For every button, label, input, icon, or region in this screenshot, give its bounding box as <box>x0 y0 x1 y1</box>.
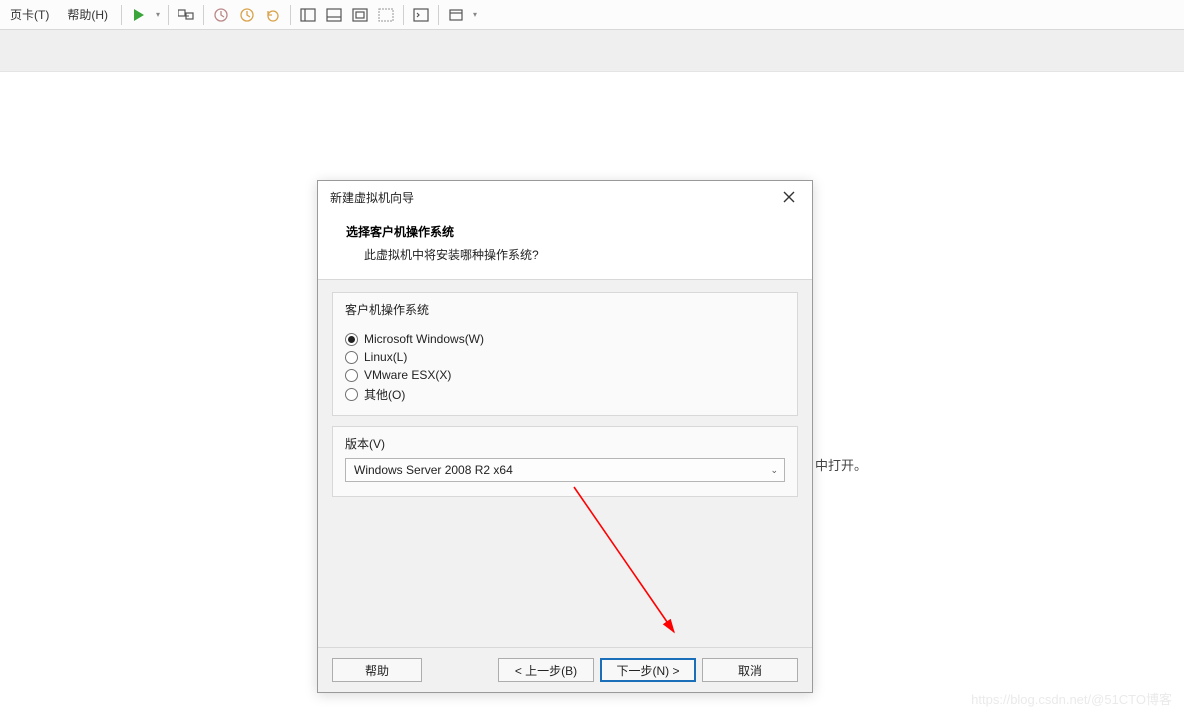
spacer <box>332 507 798 637</box>
radio-linux[interactable]: Linux(L) <box>345 348 785 366</box>
radio-other[interactable]: 其他(O) <box>345 384 785 405</box>
radio-icon <box>345 369 358 382</box>
dialog-button-bar: 帮助 < 上一步(B) 下一步(N) > 取消 <box>318 647 812 692</box>
radio-icon <box>345 351 358 364</box>
unity-icon[interactable] <box>374 3 398 27</box>
version-group: 版本(V) Windows Server 2008 R2 x64 ⌄ <box>332 426 798 497</box>
dialog-title: 新建虚拟机向导 <box>330 189 414 206</box>
help-button[interactable]: 帮助 <box>332 658 422 682</box>
os-group-label: 客户机操作系统 <box>345 301 785 318</box>
separator <box>438 5 439 25</box>
header-title: 选择客户机操作系统 <box>346 223 792 240</box>
separator <box>403 5 404 25</box>
fullscreen-icon[interactable] <box>348 3 372 27</box>
radio-label: Linux(L) <box>364 350 407 364</box>
separator <box>290 5 291 25</box>
radio-icon <box>345 333 358 346</box>
radio-label: 其他(O) <box>364 386 405 403</box>
menu-help[interactable]: 帮助(H) <box>59 2 116 27</box>
close-button[interactable] <box>774 185 804 209</box>
separator <box>121 5 122 25</box>
dropdown-arrow-icon[interactable]: ▾ <box>153 10 163 19</box>
next-button[interactable]: 下一步(N) > <box>600 658 696 682</box>
menu-tab[interactable]: 页卡(T) <box>2 2 57 27</box>
snapshot-revert-icon[interactable] <box>261 3 285 27</box>
version-value: Windows Server 2008 R2 x64 <box>354 463 513 477</box>
new-vm-wizard-dialog: 新建虚拟机向导 选择客户机操作系统 此虚拟机中将安装哪种操作系统? 客户机操作系… <box>317 180 813 693</box>
radio-label: VMware ESX(X) <box>364 368 451 382</box>
version-select[interactable]: Windows Server 2008 R2 x64 ⌄ <box>345 458 785 482</box>
separator <box>203 5 204 25</box>
back-button[interactable]: < 上一步(B) <box>498 658 594 682</box>
play-icon[interactable] <box>127 3 151 27</box>
dialog-content: 客户机操作系统 Microsoft Windows(W) Linux(L) VM… <box>318 280 812 647</box>
version-label: 版本(V) <box>345 435 785 452</box>
dropdown-arrow-icon[interactable]: ▾ <box>470 10 480 19</box>
snapshot-manage-icon[interactable] <box>235 3 259 27</box>
view-single-icon[interactable] <box>296 3 320 27</box>
dialog-titlebar: 新建虚拟机向导 <box>318 181 812 213</box>
header-subtitle: 此虚拟机中将安装哪种操作系统? <box>346 246 792 263</box>
chevron-down-icon: ⌄ <box>770 465 778 476</box>
main-toolbar: 页卡(T) 帮助(H) ▾ ▾ <box>0 0 1184 30</box>
dialog-header: 选择客户机操作系统 此虚拟机中将安装哪种操作系统? <box>318 213 812 280</box>
radio-label: Microsoft Windows(W) <box>364 332 484 346</box>
os-group: 客户机操作系统 Microsoft Windows(W) Linux(L) VM… <box>332 292 798 416</box>
cancel-button[interactable]: 取消 <box>702 658 798 682</box>
separator <box>168 5 169 25</box>
tab-strip <box>0 30 1184 72</box>
radio-icon <box>345 388 358 401</box>
annotation-arrow-icon <box>564 477 704 647</box>
view-split-icon[interactable] <box>322 3 346 27</box>
radio-windows[interactable]: Microsoft Windows(W) <box>345 330 785 348</box>
background-text: 中打开。 <box>815 455 867 474</box>
console-icon[interactable] <box>174 3 198 27</box>
radio-vmware-esx[interactable]: VMware ESX(X) <box>345 366 785 384</box>
terminal-icon[interactable] <box>409 3 433 27</box>
snapshot-icon[interactable] <box>209 3 233 27</box>
watermark: https://blog.csdn.net/@51CTO博客 <box>971 689 1172 708</box>
settings-icon[interactable] <box>444 3 468 27</box>
